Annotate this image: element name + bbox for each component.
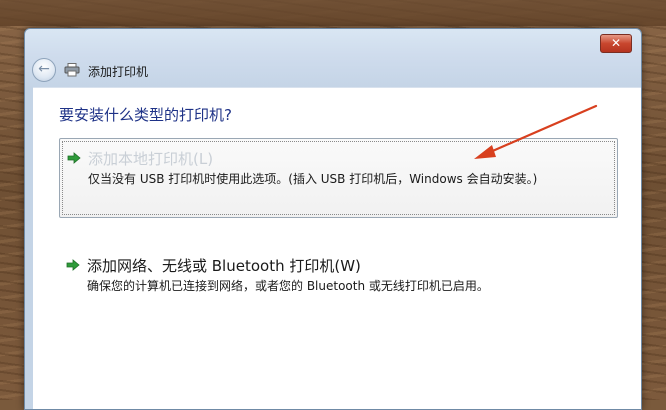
add-network-printer-description: 确保您的计算机已连接到网络，或者您的 Bluetooth 或无线打印机已启用。 — [87, 279, 489, 293]
add-printer-window: ✕ ← 添加打印机 要安装什么类型的打印机? 添加本地打印机(L) 仅当没有 U… — [24, 28, 642, 410]
window-title: 添加打印机 — [88, 65, 149, 79]
green-arrow-icon — [67, 152, 81, 164]
printer-icon — [64, 63, 80, 77]
add-network-printer-title: 添加网络、无线或 Bluetooth 打印机(W) — [87, 257, 361, 275]
green-arrow-icon — [66, 259, 80, 271]
page-question: 要安装什么类型的打印机? — [59, 106, 232, 124]
add-local-printer-description: 仅当没有 USB 打印机时使用此选项。(插入 USB 打印机后，Windows … — [88, 172, 538, 186]
close-button[interactable]: ✕ — [600, 34, 632, 53]
add-network-printer-option[interactable]: 添加网络、无线或 Bluetooth 打印机(W) 确保您的计算机已连接到网络，… — [59, 246, 616, 302]
navigation-bar: ← 添加打印机 — [25, 55, 641, 85]
back-arrow-icon[interactable]: ← — [32, 58, 56, 82]
add-local-printer-option[interactable]: 添加本地打印机(L) 仅当没有 USB 打印机时使用此选项。(插入 USB 打印… — [59, 138, 618, 218]
desktop-background-strip — [0, 0, 666, 26]
add-local-printer-title: 添加本地打印机(L) — [88, 150, 214, 168]
wizard-content: 要安装什么类型的打印机? 添加本地打印机(L) 仅当没有 USB 打印机时使用此… — [33, 87, 641, 409]
